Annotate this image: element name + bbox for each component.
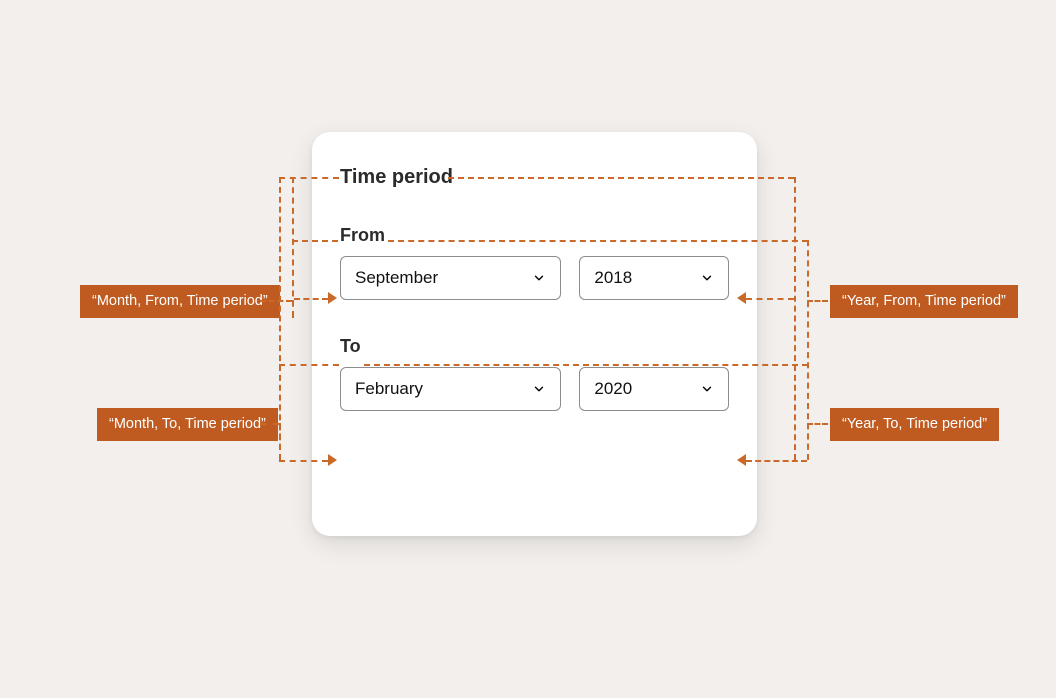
annotation-from-month: “Month, From, Time period”	[80, 285, 280, 318]
to-month-select[interactable]: February	[340, 367, 561, 411]
from-year-select[interactable]: 2018	[579, 256, 729, 300]
annotation-to-year: “Year, To, Time period”	[830, 408, 999, 441]
diagram-stage: Time period From September 2018	[0, 0, 1056, 698]
connector-line	[279, 460, 328, 462]
to-year-value: 2020	[594, 379, 632, 399]
connector-line	[292, 240, 338, 242]
connector-line	[364, 364, 808, 366]
connector-line	[746, 298, 794, 300]
connector-line	[279, 177, 281, 460]
to-select-row: February 2020	[340, 367, 729, 411]
connector-line	[260, 300, 292, 302]
to-group: To February 2020	[340, 336, 729, 411]
connector-line	[260, 423, 279, 425]
connector-line	[279, 364, 339, 366]
connector-line	[807, 423, 828, 425]
from-label: From	[340, 225, 729, 246]
chevron-down-icon	[532, 271, 546, 285]
connector-line	[807, 300, 828, 302]
arrow-left-icon	[737, 292, 746, 304]
chevron-down-icon	[700, 382, 714, 396]
from-select-row: September 2018	[340, 256, 729, 300]
to-month-value: February	[355, 379, 423, 399]
connector-line	[294, 298, 328, 300]
chevron-down-icon	[532, 382, 546, 396]
to-label: To	[340, 336, 729, 357]
chevron-down-icon	[700, 271, 714, 285]
annotation-to-month: “Month, To, Time period”	[97, 408, 278, 441]
arrow-left-icon	[737, 454, 746, 466]
annotation-from-year: “Year, From, Time period”	[830, 285, 1018, 318]
connector-line	[279, 423, 281, 460]
arrow-right-icon	[328, 292, 337, 304]
from-month-select[interactable]: September	[340, 256, 561, 300]
connector-line	[292, 300, 294, 318]
arrow-right-icon	[328, 454, 337, 466]
connector-line	[279, 177, 339, 179]
connector-line	[388, 240, 808, 242]
time-period-card: Time period From September 2018	[312, 132, 757, 536]
from-group: From September 2018	[340, 225, 729, 300]
to-year-select[interactable]: 2020	[579, 367, 729, 411]
connector-line	[292, 177, 294, 317]
connector-line	[794, 177, 796, 460]
connector-line	[807, 423, 809, 460]
connector-line	[746, 460, 807, 462]
from-month-value: September	[355, 268, 438, 288]
from-year-value: 2018	[594, 268, 632, 288]
connector-line	[448, 177, 794, 179]
